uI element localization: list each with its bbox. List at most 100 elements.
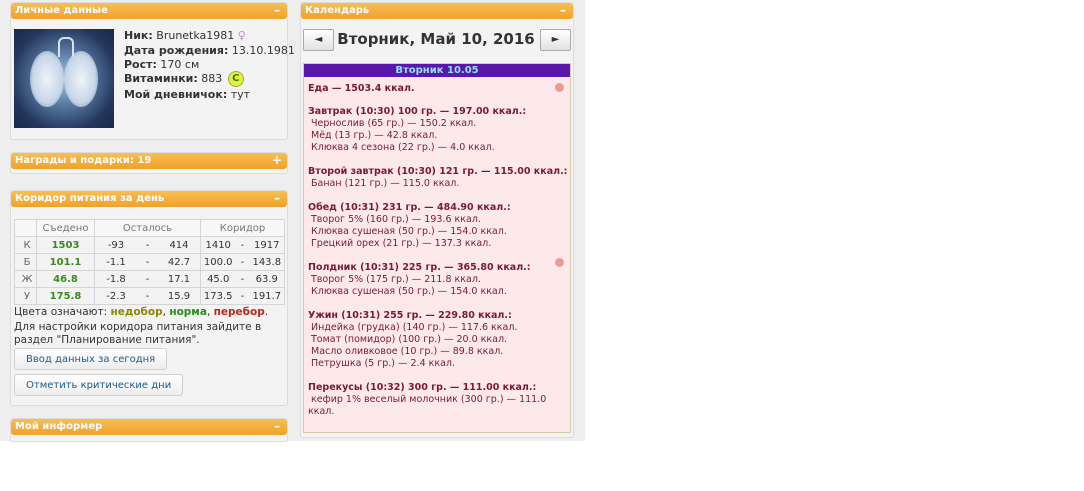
collapse-icon[interactable]: – bbox=[271, 192, 283, 205]
next-day-button[interactable]: ► bbox=[540, 29, 571, 51]
page-background: Личные данные – Ник: Brunetka1981 ♀ Дата… bbox=[0, 0, 585, 442]
table-corner bbox=[14, 219, 37, 237]
vitamin-c-icon[interactable]: C bbox=[227, 71, 244, 87]
nick-row: Ник: Brunetka1981 ♀ bbox=[124, 29, 246, 42]
left-max: 414 bbox=[157, 236, 201, 254]
left-min: -2.3 bbox=[94, 287, 137, 305]
legend-prefix: Цвета означают: bbox=[14, 306, 108, 318]
row-label: У bbox=[14, 287, 37, 305]
avatar-hanger bbox=[58, 37, 74, 57]
food-item: Клюква сушеная (50 гр.) — 154.0 ккал. bbox=[311, 286, 507, 297]
collapse-icon[interactable]: – bbox=[271, 420, 283, 433]
previous-day-button[interactable]: ◄ bbox=[303, 29, 334, 51]
avatar-right-wing bbox=[64, 51, 98, 107]
food-item: Клюква сушеная (50 гр.) — 154.0 ккал. bbox=[311, 226, 507, 237]
dash: - bbox=[137, 253, 158, 271]
eaten-value: 175.8 bbox=[36, 287, 95, 305]
awards-panel-header[interactable]: Награды и подарки: 19 + bbox=[11, 153, 287, 169]
height-value: 170 см bbox=[160, 58, 200, 71]
enter-today-data-button[interactable]: Ввод данных за сегодня bbox=[14, 348, 168, 370]
dash: - bbox=[235, 270, 250, 288]
dash: - bbox=[235, 287, 250, 305]
dash: - bbox=[137, 287, 158, 305]
personal-panel-header[interactable]: Личные данные – bbox=[11, 3, 287, 19]
table-row: К 1503 -93 - 414 1410 - 1917 bbox=[14, 236, 285, 254]
day-food-log: Вторник 10.05 Еда — 1503.4 ккал. Завтрак… bbox=[303, 63, 571, 433]
nutrition-corridor-table: Съедено Осталось Коридор К 1503 -93 - 41… bbox=[14, 219, 285, 305]
nick-value[interactable]: Brunetka1981 bbox=[156, 29, 234, 42]
food-item: Банан (121 гр.) — 115.0 ккал. bbox=[311, 178, 460, 189]
apple-icon[interactable] bbox=[555, 258, 564, 267]
table-header-row: Съедено Осталось Коридор bbox=[14, 219, 285, 237]
diary-link[interactable]: тут bbox=[231, 88, 250, 101]
personal-panel-title: Личные данные bbox=[15, 5, 108, 16]
vitamins-value: 883 bbox=[201, 72, 223, 85]
left-min: -1.8 bbox=[94, 270, 137, 288]
corridor-max: 63.9 bbox=[249, 270, 285, 288]
food-item-continuation: ккал. bbox=[308, 406, 335, 417]
corridor-note-line1: Для настройки коридора питания зайдите в bbox=[14, 321, 262, 333]
food-item: Масло оливковое (10 гр.) — 89.8 ккал. bbox=[311, 346, 504, 357]
vitamins-label: Витаминки: bbox=[124, 72, 198, 85]
informer-panel-title: Мой информер bbox=[15, 421, 103, 432]
collapse-icon[interactable]: – bbox=[557, 4, 569, 17]
calendar-date-title: Вторник, Май 10, 2016 bbox=[337, 30, 535, 48]
food-item: кефир 1% веселый молочник (300 гр.) — 11… bbox=[311, 394, 547, 405]
food-item: Мёд (13 гр.) — 42.8 ккал. bbox=[311, 130, 438, 141]
food-item: Петрушка (5 гр.) — 2.4 ккал. bbox=[311, 358, 456, 369]
eaten-value: 101.1 bbox=[36, 253, 95, 271]
legend-norm: норма bbox=[169, 306, 207, 318]
table-row: Б 101.1 -1.1 - 42.7 100.0 - 143.8 bbox=[14, 253, 285, 271]
apple-icon[interactable] bbox=[555, 83, 564, 92]
row-label: К bbox=[14, 236, 37, 254]
birth-label: Дата рождения: bbox=[124, 44, 229, 57]
legend-over: перебор bbox=[213, 306, 265, 318]
dash: - bbox=[235, 236, 250, 254]
food-item: Чернослив (65 гр.) — 150.2 ккал. bbox=[311, 118, 477, 129]
left-min: -93 bbox=[94, 236, 137, 254]
food-item: Творог 5% (175 гр.) — 211.8 ккал. bbox=[311, 274, 481, 285]
food-item: Индейка (грудка) (140 гр.) — 117.6 ккал. bbox=[311, 322, 518, 333]
food-item: Творог 5% (160 гр.) — 193.6 ккал. bbox=[311, 214, 481, 225]
height-row: Рост: 170 см bbox=[124, 58, 199, 71]
corridor-panel-header[interactable]: Коридор питания за день – bbox=[11, 191, 287, 207]
female-icon: ♀ bbox=[237, 29, 246, 42]
collapse-icon[interactable]: – bbox=[271, 4, 283, 17]
birth-row: Дата рождения: 13.10.1981 bbox=[124, 44, 295, 57]
expand-icon[interactable]: + bbox=[271, 154, 283, 167]
meal-heading: Полдник (10:31) 225 гр. — 365.80 ккал.: bbox=[308, 262, 531, 273]
corridor-min: 173.5 bbox=[200, 287, 236, 305]
mark-critical-days-button[interactable]: Отметить критические дни bbox=[14, 374, 184, 396]
corridor-max: 143.8 bbox=[249, 253, 285, 271]
food-item: Грецкий орех (21 гр.) — 137.3 ккал. bbox=[311, 238, 492, 249]
height-label: Рост: bbox=[124, 58, 157, 71]
eaten-value: 1503 bbox=[36, 236, 95, 254]
col-left: Осталось bbox=[94, 219, 201, 237]
food-item: Томат (помидор) (100 гр.) — 20.0 ккал. bbox=[311, 334, 508, 345]
col-corridor: Коридор bbox=[200, 219, 285, 237]
meal-heading: Завтрак (10:30) 100 гр. — 197.00 ккал.: bbox=[308, 106, 527, 117]
calendar-panel-header[interactable]: Календарь – bbox=[301, 3, 573, 19]
avatar[interactable] bbox=[14, 29, 114, 128]
corridor-min: 1410 bbox=[200, 236, 236, 254]
birth-value: 13.10.1981 bbox=[231, 44, 295, 57]
informer-panel: Мой информер – bbox=[10, 418, 288, 442]
meal-heading: Второй завтрак (10:30) 121 гр. — 115.00 … bbox=[308, 166, 568, 177]
diary-label: Мой дневничок: bbox=[124, 88, 228, 101]
calendar-panel-title: Календарь bbox=[305, 5, 370, 16]
corridor-panel-title: Коридор питания за день bbox=[15, 193, 165, 204]
eaten-value: 46.8 bbox=[36, 270, 95, 288]
col-eaten: Съедено bbox=[36, 219, 95, 237]
food-total: Еда — 1503.4 ккал. bbox=[308, 83, 415, 94]
informer-panel-header[interactable]: Мой информер – bbox=[11, 419, 287, 435]
awards-panel-title: Награды и подарки: 19 bbox=[15, 155, 152, 166]
corridor-max: 191.7 bbox=[249, 287, 285, 305]
corridor-min: 45.0 bbox=[200, 270, 236, 288]
left-max: 42.7 bbox=[157, 253, 201, 271]
avatar-left-wing bbox=[30, 51, 64, 107]
table-row: Ж 46.8 -1.8 - 17.1 45.0 - 63.9 bbox=[14, 270, 285, 288]
dash: - bbox=[137, 236, 158, 254]
dash: - bbox=[137, 270, 158, 288]
row-label: Б bbox=[14, 253, 37, 271]
corridor-max: 1917 bbox=[249, 236, 285, 254]
